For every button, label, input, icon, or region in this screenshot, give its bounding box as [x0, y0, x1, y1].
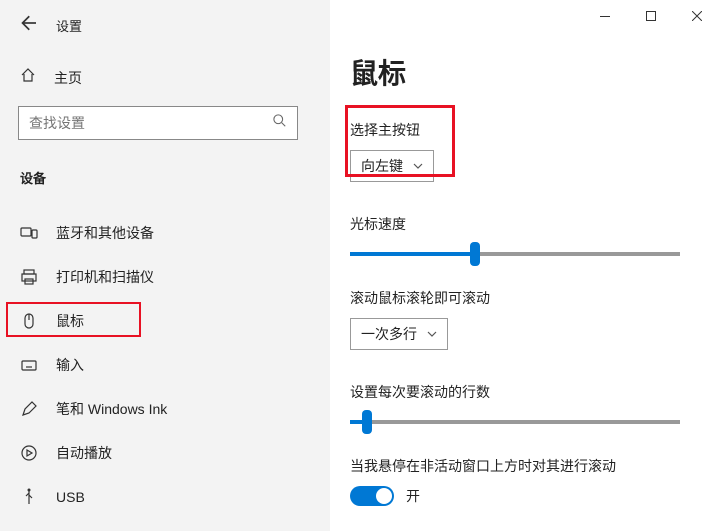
back-button[interactable]	[18, 14, 36, 37]
primary-button-dropdown[interactable]: 向左键	[350, 150, 434, 182]
autoplay-icon	[20, 444, 38, 462]
sidebar-item-usb[interactable]: USB	[18, 475, 312, 519]
home-icon	[20, 67, 36, 88]
sidebar: 设置 主页 设备 蓝牙和其他设备 打印机和扫描仪 鼠标	[0, 0, 330, 531]
chevron-down-icon	[413, 158, 423, 174]
close-button[interactable]	[674, 0, 720, 32]
sidebar-item-label: 打印机和扫描仪	[56, 267, 154, 287]
devices-icon	[20, 224, 38, 242]
maximize-button[interactable]	[628, 0, 674, 32]
scroll-lines-label: 设置每次要滚动的行数	[350, 382, 700, 402]
sidebar-item-label: 蓝牙和其他设备	[56, 223, 154, 243]
search-input[interactable]	[18, 106, 298, 140]
dropdown-selected: 一次多行	[361, 324, 417, 344]
main-content: 鼠标 选择主按钮 向左键 光标速度 滚动鼠标滚轮即可滚动 一次多行 设置每次要滚…	[330, 0, 720, 531]
hover-scroll-toggle[interactable]	[350, 486, 394, 506]
toggle-state-label: 开	[406, 486, 420, 506]
dropdown-selected: 向左键	[361, 156, 403, 176]
search-icon	[273, 114, 287, 133]
section-label: 设备	[18, 168, 312, 187]
scroll-mode-label: 滚动鼠标滚轮即可滚动	[350, 288, 700, 308]
cursor-speed-label: 光标速度	[350, 214, 700, 234]
primary-button-label: 选择主按钮	[350, 120, 700, 140]
hover-scroll-label: 当我悬停在非活动窗口上方时对其进行滚动	[350, 456, 700, 476]
sidebar-item-label: 自动播放	[56, 443, 112, 463]
sidebar-item-autoplay[interactable]: 自动播放	[18, 431, 312, 475]
pen-icon	[20, 400, 38, 418]
keyboard-icon	[20, 356, 38, 374]
usb-icon	[20, 488, 38, 506]
sidebar-item-mouse[interactable]: 鼠标	[18, 299, 312, 343]
scroll-mode-dropdown[interactable]: 一次多行	[350, 318, 448, 350]
sidebar-item-pen[interactable]: 笔和 Windows Ink	[18, 387, 312, 431]
sidebar-item-label: 笔和 Windows Ink	[56, 399, 167, 419]
scroll-lines-slider[interactable]	[350, 420, 680, 424]
app-title: 设置	[56, 16, 82, 35]
mouse-icon	[20, 312, 38, 330]
sidebar-item-label: 输入	[56, 355, 84, 375]
cursor-speed-slider[interactable]	[350, 252, 680, 256]
home-label: 主页	[54, 68, 82, 88]
search-field[interactable]	[29, 115, 273, 131]
sidebar-item-typing[interactable]: 输入	[18, 343, 312, 387]
sidebar-home[interactable]: 主页	[18, 67, 312, 88]
sidebar-item-bluetooth[interactable]: 蓝牙和其他设备	[18, 211, 312, 255]
sidebar-item-printers[interactable]: 打印机和扫描仪	[18, 255, 312, 299]
chevron-down-icon	[427, 326, 437, 342]
sidebar-item-label: USB	[56, 489, 85, 505]
minimize-button[interactable]	[582, 0, 628, 32]
printer-icon	[20, 268, 38, 286]
page-title: 鼠标	[350, 52, 700, 92]
window-controls	[582, 0, 720, 32]
sidebar-item-label: 鼠标	[56, 311, 84, 331]
